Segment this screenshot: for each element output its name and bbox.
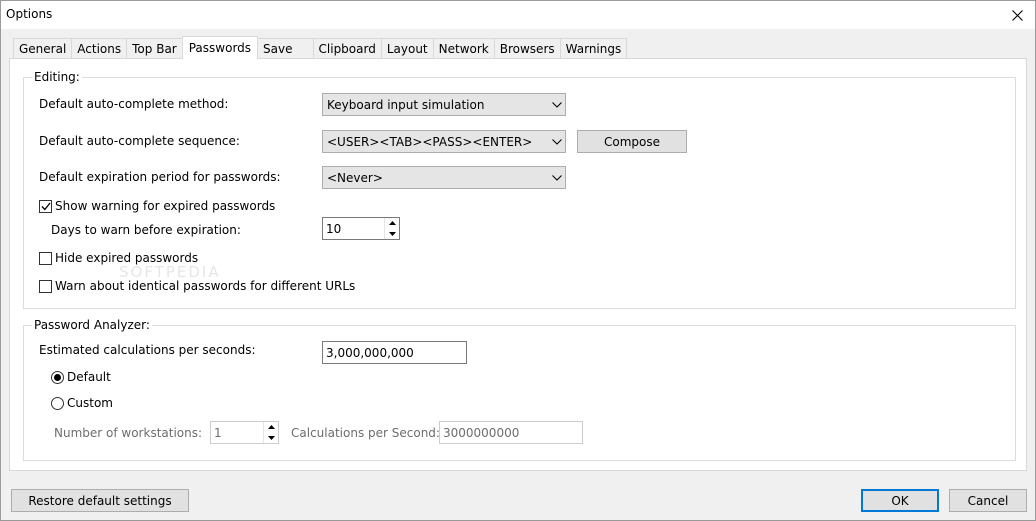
options-window: Options General Actions Top Bar Password… (0, 0, 1036, 521)
tab-label: Warnings (565, 42, 622, 56)
spinner-down-arrow-icon[interactable] (385, 229, 399, 240)
tab-top-bar[interactable]: Top Bar (126, 38, 183, 59)
spinner-down-arrow-icon[interactable] (264, 433, 278, 444)
workstations-label: Number of workstations: (54, 426, 203, 440)
autocomplete-method-value: Keyboard input simulation (327, 97, 485, 112)
tab-label: Layout (386, 42, 428, 56)
autocomplete-sequence-value: <USER><TAB><PASS><ENTER> (327, 134, 533, 149)
default-radio[interactable] (51, 371, 64, 384)
tab-label: Save (263, 42, 293, 56)
tab-label: Network (438, 42, 489, 56)
cancel-button-label: Cancel (967, 493, 1009, 508)
close-button[interactable] (1007, 5, 1027, 25)
compose-button-label: Compose (603, 134, 660, 149)
tab-label: Top Bar (132, 42, 177, 56)
expiration-select[interactable]: <Never> (322, 166, 566, 189)
tab-strip: General Actions Top Bar Passwords Save C… (13, 36, 628, 59)
days-warn-spinner[interactable] (322, 217, 400, 240)
days-warn-label: Days to warn before expiration: (51, 223, 241, 237)
chevron-down-icon (548, 138, 565, 145)
chevron-down-icon (548, 174, 565, 181)
autocomplete-method-select[interactable]: Keyboard input simulation (322, 93, 566, 116)
show-warning-label[interactable]: Show warning for expired passwords (55, 199, 275, 213)
calc-per-second-field[interactable] (443, 425, 582, 440)
watermark: SOFTPEDIA (119, 263, 221, 281)
password-analyzer-group-label: Password Analyzer: (32, 318, 152, 332)
workstations-input[interactable] (211, 424, 263, 441)
window-title: Options (6, 7, 53, 21)
days-warn-input[interactable] (323, 220, 384, 237)
restore-defaults-button[interactable]: Restore default settings (11, 489, 189, 512)
default-radio-label[interactable]: Default (67, 370, 111, 384)
hide-expired-checkbox[interactable] (39, 252, 52, 265)
compose-button[interactable]: Compose (577, 130, 687, 153)
checkmark-icon (41, 202, 51, 211)
expiration-value: <Never> (327, 170, 383, 185)
calc-per-second-input[interactable] (439, 421, 583, 444)
custom-radio-label[interactable]: Custom (67, 396, 113, 410)
tab-general[interactable]: General (13, 38, 73, 59)
show-warning-checkbox[interactable] (39, 200, 52, 213)
expiration-label: Default expiration period for passwords: (39, 170, 281, 184)
autocomplete-sequence-label: Default auto-complete sequence: (39, 134, 240, 148)
tab-save[interactable]: Save (257, 38, 314, 59)
autocomplete-method-label: Default auto-complete method: (39, 97, 229, 111)
tab-warnings[interactable]: Warnings (559, 38, 628, 59)
spinner-arrows (263, 422, 278, 443)
tab-browsers[interactable]: Browsers (493, 38, 561, 59)
ok-button[interactable]: OK (861, 489, 939, 512)
tab-label: Clipboard (318, 42, 376, 56)
spinner-arrows (384, 218, 399, 239)
calc-per-seconds-input[interactable] (322, 341, 467, 364)
warn-identical-label[interactable]: Warn about identical passwords for diffe… (55, 279, 355, 293)
restore-defaults-label: Restore default settings (28, 493, 172, 508)
tab-passwords[interactable]: Passwords (181, 36, 259, 59)
ok-button-label: OK (891, 493, 909, 508)
radio-selected-dot (54, 374, 61, 381)
cancel-button[interactable]: Cancel (949, 489, 1027, 512)
calc-per-seconds-label: Estimated calculations per seconds: (39, 343, 256, 357)
tab-network[interactable]: Network (432, 38, 495, 59)
calc-per-second-label: Calculations per Second: (291, 426, 440, 440)
warn-identical-checkbox[interactable] (39, 280, 52, 293)
tab-layout[interactable]: Layout (380, 38, 434, 59)
close-icon (1011, 9, 1023, 21)
autocomplete-sequence-select[interactable]: <USER><TAB><PASS><ENTER> (322, 130, 566, 153)
tab-label: General (19, 42, 67, 56)
title-bar: Options (1, 1, 1035, 29)
editing-group-label: Editing: (32, 70, 82, 84)
workstations-spinner[interactable] (210, 421, 279, 444)
spinner-up-arrow-icon[interactable] (264, 422, 278, 433)
tab-label: Passwords (188, 41, 252, 55)
tab-label: Browsers (499, 42, 555, 56)
custom-radio[interactable] (51, 397, 64, 410)
chevron-down-icon (548, 101, 565, 108)
tab-clipboard[interactable]: Clipboard (312, 38, 382, 59)
tab-actions[interactable]: Actions (71, 38, 128, 59)
spinner-up-arrow-icon[interactable] (385, 218, 399, 229)
tab-label: Actions (77, 42, 122, 56)
calc-per-seconds-field[interactable] (326, 345, 466, 360)
